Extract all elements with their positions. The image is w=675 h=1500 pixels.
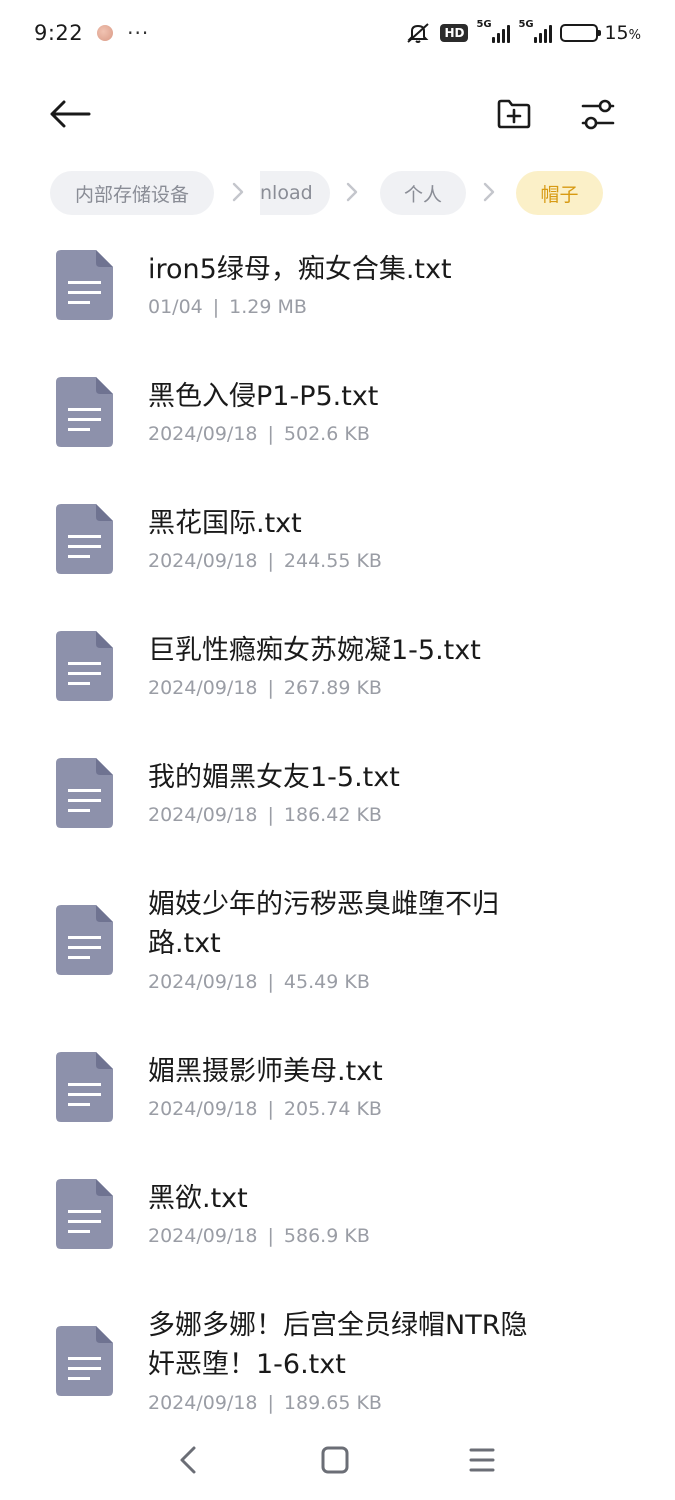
text-file-icon — [56, 631, 113, 701]
toolbar — [0, 80, 675, 150]
file-item[interactable]: 媚黑摄影师美母.txt 2024/09/18 | 205.74 KB — [0, 1032, 675, 1152]
file-name: 巨乳性瘾痴女苏婉凝1-5.txt — [148, 635, 481, 666]
file-date: 2024/09/18 — [148, 1098, 258, 1120]
file-size: 186.42 KB — [283, 804, 382, 826]
file-item[interactable]: 多娜多娜！后宫全员绿帽NTR隐奸恶堕！1-6.txt 2024/09/18 | 18… — [0, 1286, 675, 1436]
file-item[interactable]: 我的媚黑女友1-5.txt 2024/09/18 | 186.42 KB — [0, 738, 675, 858]
more-notifications-icon: ··· — [127, 21, 150, 45]
battery-indicator: 15% — [560, 22, 641, 44]
file-meta: 2024/09/18 | 186.42 KB — [148, 804, 382, 826]
file-date: 2024/09/18 — [148, 804, 258, 826]
meta-separator: | — [212, 296, 220, 318]
nav-back-icon — [180, 1446, 196, 1474]
file-meta: 2024/09/18 | 267.89 KB — [148, 677, 382, 699]
file-size: 244.55 KB — [283, 550, 382, 572]
file-name: 我的媚黑女友1-5.txt — [148, 762, 400, 793]
sim1-network-label: 5G — [476, 19, 492, 30]
chevron-right-icon — [231, 180, 245, 204]
file-item[interactable]: 黑欲.txt 2024/09/18 | 586.9 KB — [0, 1159, 675, 1279]
nav-recents-icon — [469, 1448, 495, 1472]
file-name: 黑欲.txt — [148, 1183, 248, 1214]
file-item[interactable]: 媚妓少年的污秽恶臭雌堕不归路.txt 2024/09/18 | 45.49 KB — [0, 865, 675, 1025]
folder-plus-icon — [497, 99, 531, 129]
text-file-icon — [56, 1326, 113, 1396]
file-meta: 2024/09/18 | 205.74 KB — [148, 1098, 382, 1120]
file-name: 媚黑摄影师美母.txt — [148, 1056, 383, 1087]
file-name: iron5绿母，痴女合集.txt — [148, 254, 452, 285]
file-date: 2024/09/18 — [148, 1392, 258, 1414]
signal-sim1-icon: 5G — [476, 19, 511, 43]
navigation-bar — [0, 1428, 675, 1490]
file-date: 01/04 — [148, 296, 203, 318]
file-size: 1.29 MB — [229, 296, 307, 318]
sliders-icon — [581, 99, 615, 130]
file-size: 45.49 KB — [283, 971, 370, 993]
text-file-icon — [56, 1052, 113, 1122]
chevron-right-icon — [345, 180, 359, 204]
mute-icon — [404, 22, 432, 44]
meta-separator: | — [267, 971, 274, 993]
file-size: 502.6 KB — [283, 423, 370, 445]
new-folder-button[interactable] — [492, 92, 536, 136]
breadcrumb: 内部存储设备 nload 个人 帽子 — [0, 170, 675, 216]
file-meta: 2024/09/18 | 586.9 KB — [148, 1225, 370, 1247]
meta-separator: | — [267, 1225, 274, 1247]
breadcrumb-personal[interactable]: 个人 — [380, 171, 466, 215]
text-file-icon — [56, 504, 113, 574]
hd-voice-icon: HD — [440, 24, 469, 42]
meta-separator: | — [267, 550, 274, 572]
nav-back-button[interactable] — [168, 1440, 208, 1480]
file-name: 媚妓少年的污秽恶臭雌堕不归路.txt — [148, 889, 499, 959]
app-notification-icon — [97, 25, 114, 41]
nav-home-button[interactable] — [315, 1440, 355, 1480]
status-icons: HD 5G 5G 15% — [404, 19, 641, 44]
arrow-left-icon — [50, 100, 91, 128]
file-date: 2024/09/18 — [148, 677, 258, 699]
file-size: 267.89 KB — [283, 677, 382, 699]
text-file-icon — [56, 905, 113, 975]
meta-separator: | — [267, 423, 274, 445]
meta-separator: | — [267, 804, 274, 826]
sim2-network-label: 5G — [518, 19, 534, 30]
nav-home-icon — [321, 1446, 349, 1474]
text-file-icon — [56, 377, 113, 447]
breadcrumb-hats[interactable]: 帽子 — [516, 171, 603, 215]
file-item[interactable]: 黑花国际.txt 2024/09/18 | 244.55 KB — [0, 484, 675, 604]
meta-separator: | — [267, 1392, 274, 1414]
file-meta: 2024/09/18 | 189.65 KB — [148, 1392, 382, 1414]
battery-icon — [560, 24, 602, 42]
file-meta: 2024/09/18 | 502.6 KB — [148, 423, 370, 445]
nav-recents-button[interactable] — [462, 1440, 502, 1480]
meta-separator: | — [267, 677, 274, 699]
file-date: 2024/09/18 — [148, 1225, 258, 1247]
text-file-icon — [56, 758, 113, 828]
file-item[interactable]: 巨乳性瘾痴女苏婉凝1-5.txt 2024/09/18 | 267.89 KB — [0, 611, 675, 731]
status-bar: 9:22 ··· HD 5G 5G 15% — [0, 0, 675, 66]
file-size: 586.9 KB — [283, 1225, 370, 1247]
file-date: 2024/09/18 — [148, 550, 258, 572]
file-size: 189.65 KB — [283, 1392, 382, 1414]
file-name: 黑色入侵P1-P5.txt — [148, 381, 379, 412]
meta-separator: | — [267, 1098, 274, 1120]
text-file-icon — [56, 250, 113, 320]
text-file-icon — [56, 1179, 113, 1249]
file-date: 2024/09/18 — [148, 971, 258, 993]
battery-percent: 15% — [604, 22, 641, 44]
breadcrumb-internal-storage[interactable]: 内部存储设备 — [50, 171, 214, 215]
breadcrumb-download[interactable]: nload — [260, 171, 330, 215]
file-meta: 2024/09/18 | 45.49 KB — [148, 971, 370, 993]
file-name: 黑花国际.txt — [148, 508, 302, 539]
file-meta: 01/04 | 1.29 MB — [148, 296, 307, 318]
file-name: 多娜多娜！后宫全员绿帽NTR隐奸恶堕！1-6.txt — [148, 1310, 528, 1380]
file-date: 2024/09/18 — [148, 423, 258, 445]
signal-sim2-icon: 5G — [518, 19, 553, 43]
chevron-right-icon — [482, 180, 496, 204]
back-button[interactable] — [44, 92, 96, 136]
file-meta: 2024/09/18 | 244.55 KB — [148, 550, 382, 572]
file-item[interactable]: 黑色入侵P1-P5.txt 2024/09/18 | 502.6 KB — [0, 357, 675, 477]
file-item[interactable]: iron5绿母，痴女合集.txt 01/04 | 1.29 MB — [0, 230, 675, 350]
file-size: 205.74 KB — [283, 1098, 382, 1120]
status-time: 9:22 — [34, 21, 84, 45]
filter-button[interactable] — [576, 92, 620, 136]
